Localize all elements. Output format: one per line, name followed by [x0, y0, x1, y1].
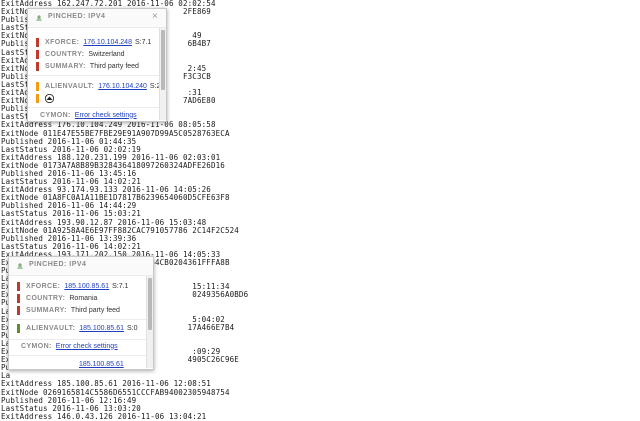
summary-row: SUMMARY: Third party feed [17, 305, 120, 315]
popup-scrollbar[interactable] [159, 28, 166, 120]
alienvault-icon [45, 93, 54, 103]
cymon-settings-link[interactable]: Error check settings [75, 112, 137, 119]
divider [9, 355, 153, 356]
pinched-popup-1: PINCHED: IPV4 × XFORCE: 176.10.104.248 S… [27, 8, 167, 122]
cymon-label: CYMON: [40, 111, 71, 119]
divider [9, 275, 153, 276]
cymon-settings-link[interactable]: Error check settings [56, 343, 118, 350]
popup-title: PINCHED: IPV4 [29, 261, 87, 268]
log-line: LastStatus 2016-11-06 13:03:20 [1, 403, 141, 413]
peek-row: 185.100.85.61 [79, 359, 124, 369]
summary-row: SUMMARY: Third party feed [36, 61, 139, 71]
country-value: Romania [69, 294, 98, 302]
xforce-row: XFORCE: 176.10.104.248 S:7.1 [36, 37, 151, 47]
xforce-score: S:7.1 [112, 282, 129, 290]
status-bar [36, 49, 39, 59]
cymon-row: CYMON: Error check settings [21, 341, 118, 351]
popup-header: PINCHED: IPV4 [9, 257, 153, 275]
country-row: COUNTRY: Switzerland [36, 49, 125, 59]
alienvault-score: S:0 [127, 324, 138, 332]
scrollbar-thumb[interactable] [148, 278, 152, 330]
status-bar [36, 61, 39, 71]
country-label: COUNTRY: [26, 294, 66, 302]
scrollbar-thumb[interactable] [161, 30, 165, 90]
status-bar [17, 305, 20, 315]
cymon-label: CYMON: [21, 342, 52, 350]
divider [28, 75, 166, 76]
alienvault-ip-link[interactable]: 176.10.104.240 [98, 83, 147, 90]
country-value: Switzerland [88, 50, 125, 58]
alienvault-label: ALIENVAULT: [26, 324, 76, 332]
status-bar [17, 293, 20, 303]
pinched-popup-2: PINCHED: IPV4 XFORCE: 185.100.85.61 S:7.… [8, 256, 154, 370]
popup-title: PINCHED: IPV4 [48, 13, 106, 20]
xforce-ip-link[interactable]: 176.10.104.248 [83, 39, 132, 46]
status-bar [36, 37, 39, 47]
status-bar [36, 93, 39, 103]
divider [9, 319, 153, 320]
alienvault-row: ALIENVAULT: 176.10.104.240 S:2 [36, 81, 160, 91]
popup-header: PINCHED: IPV4 × [28, 9, 166, 27]
summary-value: Third party feed [89, 62, 139, 70]
country-label: COUNTRY: [45, 50, 85, 58]
close-icon[interactable]: × [152, 11, 158, 22]
xforce-label: XFORCE: [45, 38, 80, 46]
summary-value: Third party feed [70, 306, 120, 314]
country-row: COUNTRY: Romania [17, 293, 97, 303]
xforce-score: S:7.1 [134, 38, 152, 46]
cymon-row: CYMON: Error check settings [40, 110, 137, 120]
divider [28, 27, 166, 28]
xforce-row: XFORCE: 185.100.85.61 S:7.1 [17, 281, 128, 291]
alienvault-row: ALIENVAULT: 185.100.85.61 S:0 [17, 323, 138, 333]
popup-scrollbar[interactable] [146, 276, 153, 368]
alienvault-ip-link[interactable]: 185.100.85.61 [79, 325, 124, 332]
xforce-ip-link[interactable]: 185.100.85.61 [64, 283, 109, 290]
summary-label: SUMMARY: [45, 62, 86, 70]
divider [9, 339, 153, 340]
log-line: ExitAddress 146.0.43.126 2016-11-06 13:0… [1, 411, 207, 421]
alienvault-label: ALIENVAULT: [45, 82, 95, 90]
alienvault-icon-row [36, 93, 54, 103]
pin-icon [17, 263, 23, 269]
peek-ip-link[interactable]: 185.100.85.61 [79, 361, 124, 368]
pin-icon [36, 15, 42, 21]
xforce-label: XFORCE: [26, 282, 61, 290]
status-bar [17, 323, 20, 333]
status-bar [17, 281, 20, 291]
status-bar [36, 81, 39, 91]
divider [28, 107, 166, 108]
log-line: Published 2016-11-06 12:16:49 [1, 395, 137, 405]
summary-label: SUMMARY: [26, 306, 67, 314]
